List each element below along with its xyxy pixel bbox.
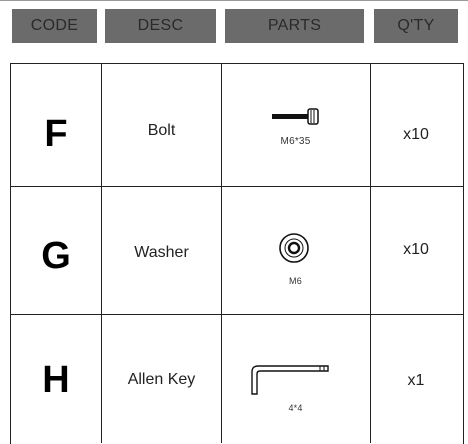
- header-code: CODE: [12, 9, 97, 43]
- row-divider: [10, 186, 463, 187]
- header-desc: DESC: [105, 9, 216, 43]
- washer-icon: [279, 233, 309, 263]
- top-rule: [0, 0, 468, 1]
- row-qty: x10: [403, 126, 429, 143]
- part-spec: M6*35: [280, 136, 311, 147]
- column-divider: [221, 63, 222, 443]
- row-qty: x10: [403, 241, 429, 258]
- row-code: G: [41, 235, 71, 277]
- allen-key-icon: [251, 365, 329, 395]
- bolt-icon: [272, 108, 319, 125]
- row-code: H: [42, 359, 70, 401]
- header-parts: PARTS: [225, 9, 364, 43]
- row-desc: Washer: [134, 244, 189, 261]
- part-spec: M6: [289, 276, 302, 286]
- row-divider: [10, 314, 463, 315]
- row-code: F: [44, 113, 68, 155]
- header-qty: Q'TY: [374, 9, 458, 43]
- row-desc: Bolt: [147, 122, 176, 139]
- row-desc: Allen Key: [127, 371, 196, 388]
- row-qty: x1: [407, 372, 425, 389]
- part-spec: 4*4: [288, 403, 303, 413]
